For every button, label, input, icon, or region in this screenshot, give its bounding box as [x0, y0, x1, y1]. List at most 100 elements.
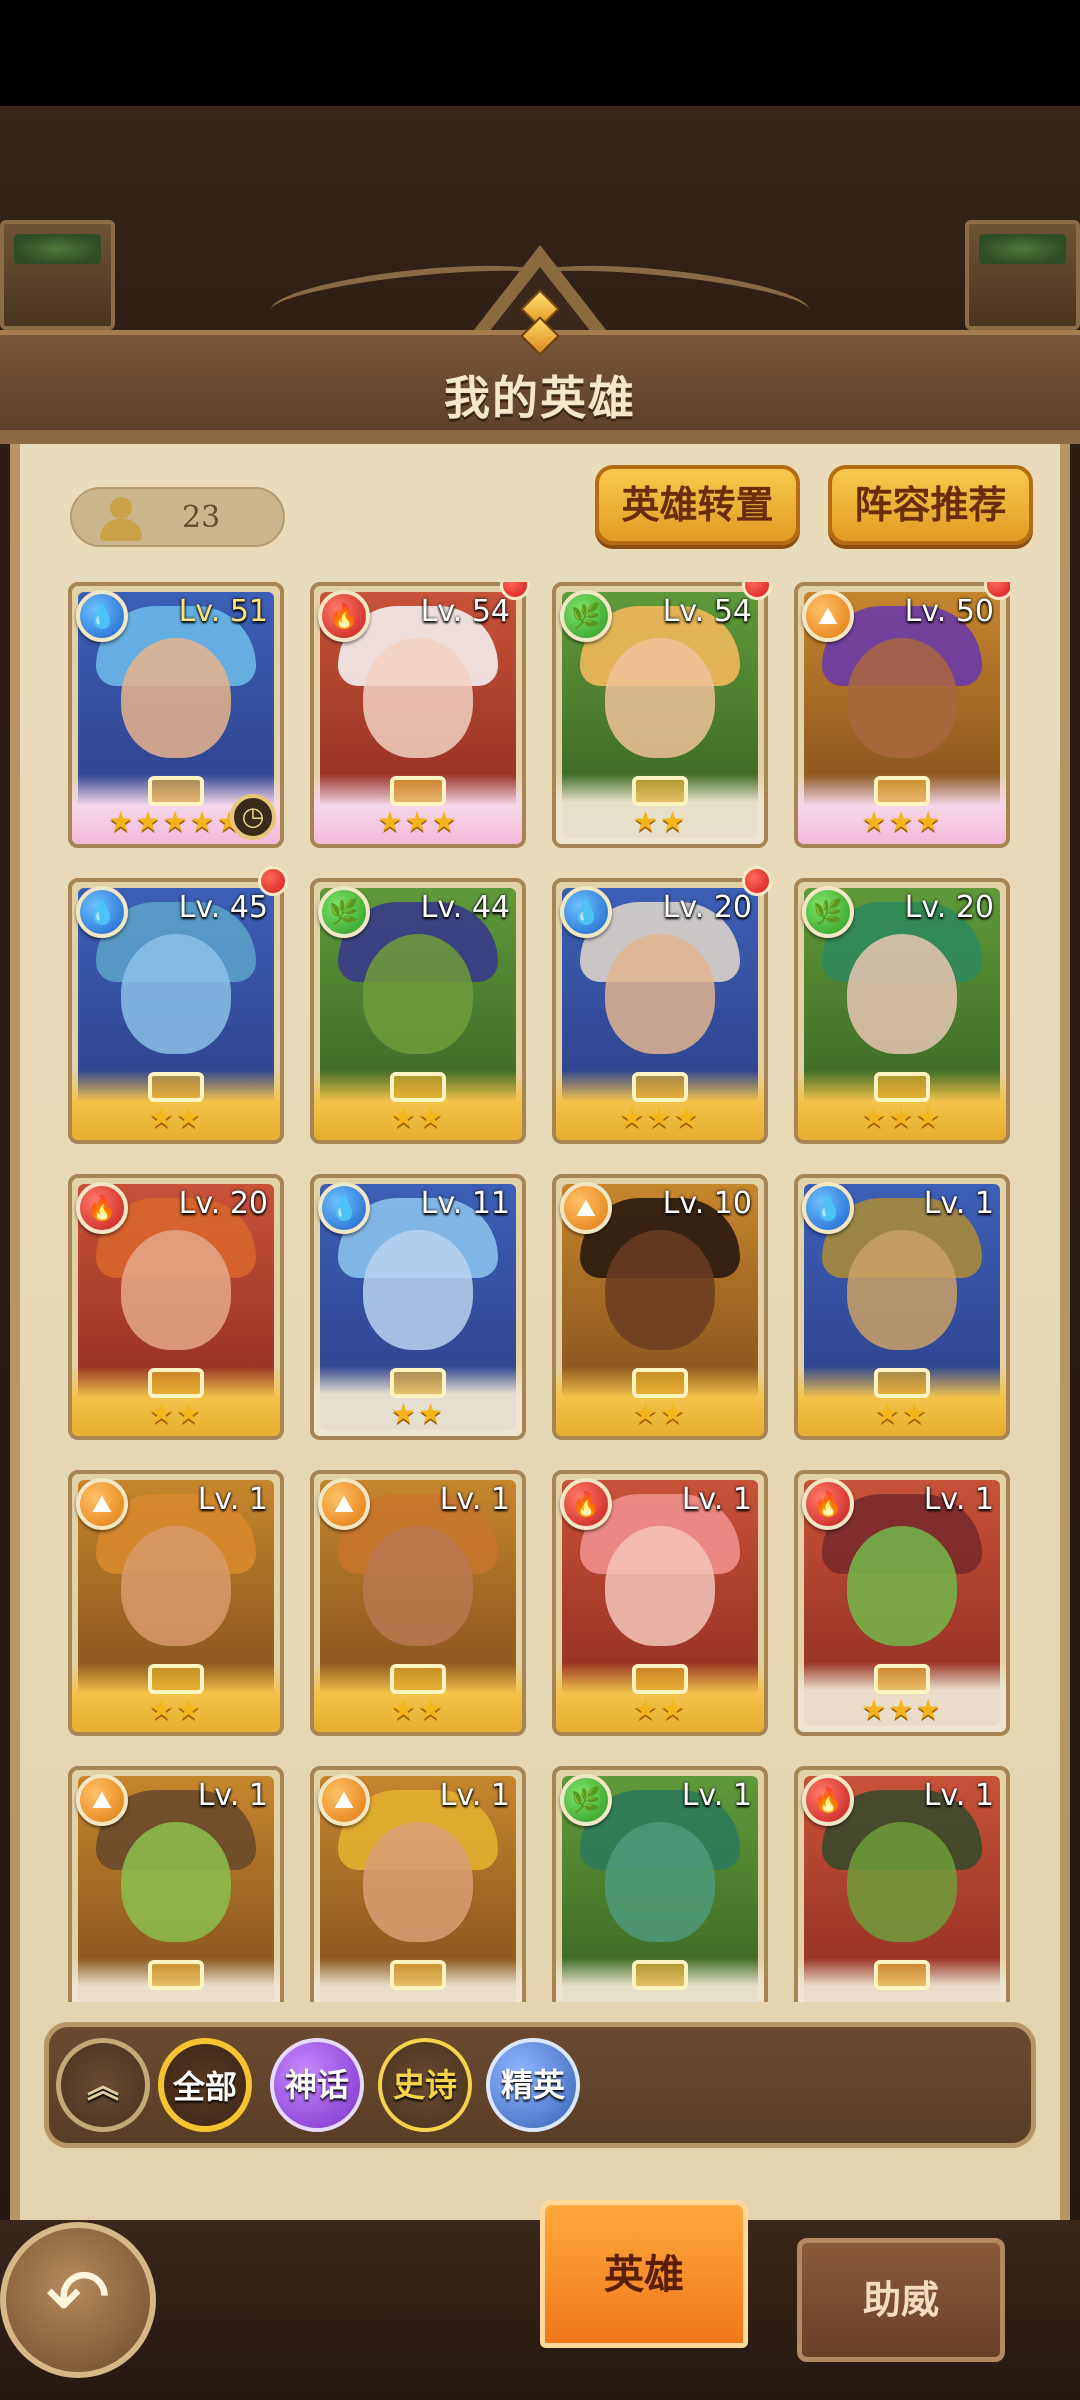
hero-card[interactable]: ★★ Lv. 20 🔥	[68, 1174, 284, 1440]
hero-face	[363, 1526, 473, 1646]
hero-face	[121, 1230, 231, 1350]
hero-level: Lv. 20	[178, 1186, 268, 1221]
hero-card[interactable]: ★★★ Lv. 20 🌿	[794, 878, 1010, 1144]
hero-level: Lv. 10	[662, 1186, 752, 1221]
hero-card[interactable]: ★★ Lv. 1 ⛰	[68, 1470, 284, 1736]
earth-element-icon: ⛰	[318, 1478, 370, 1530]
filter-elite-button[interactable]: 精英	[486, 2038, 580, 2132]
hero-face	[121, 1822, 231, 1942]
hero-face	[605, 1822, 715, 1942]
hero-face	[363, 934, 473, 1054]
hero-stars: ★★★	[619, 1101, 701, 1134]
earth-element-icon: ⛰	[318, 1774, 370, 1826]
hero-count: 23	[70, 487, 285, 547]
rank-emblem-icon	[632, 776, 688, 806]
hero-card[interactable]: ★★ Lv. 11 💧	[310, 1174, 526, 1440]
hero-face	[847, 1822, 957, 1942]
hero-card[interactable]: ★★ Lv. 1 💧	[794, 1174, 1010, 1440]
hero-stars: ★★★	[861, 1101, 943, 1134]
hero-face	[363, 1230, 473, 1350]
hero-face	[605, 934, 715, 1054]
nature-element-icon: 🌿	[318, 886, 370, 938]
hero-card[interactable]: Lv. 1 🔥	[794, 1766, 1010, 2002]
hero-level: Lv. 54	[662, 594, 752, 629]
filter-all-button[interactable]: 全部	[158, 2038, 252, 2132]
tab-assist[interactable]: 助威	[797, 2238, 1005, 2362]
hero-face	[121, 638, 231, 758]
lineup-recommend-button[interactable]: 阵容推荐	[828, 465, 1033, 545]
hero-face	[847, 638, 957, 758]
hero-stars: ★★	[632, 805, 688, 838]
hero-stars: ★★★	[377, 805, 459, 838]
hero-card[interactable]: ★★ Lv. 1 🔥	[552, 1470, 768, 1736]
filter-myth-button[interactable]: 神话	[270, 2038, 364, 2132]
hero-card[interactable]: ★★ Lv. 1 ⛰	[310, 1470, 526, 1736]
rank-emblem-icon	[874, 776, 930, 806]
person-icon	[100, 497, 142, 541]
rank-emblem-icon	[632, 1960, 688, 1990]
hero-card[interactable]: ★★★★★ Lv. 51 💧 ◷	[68, 582, 284, 848]
rank-emblem-icon	[874, 1664, 930, 1694]
hero-face	[121, 1526, 231, 1646]
rank-emblem-icon	[390, 1072, 446, 1102]
back-arrow-icon[interactable]: ↶	[0, 2222, 156, 2378]
hero-stars: ★★	[148, 1397, 204, 1430]
fire-element-icon: 🔥	[76, 1182, 128, 1234]
hero-card[interactable]: Lv. 1 ⛰	[68, 1766, 284, 2002]
hero-card[interactable]: ★★★ Lv. 1 🔥	[794, 1470, 1010, 1736]
hero-level: Lv. 45	[178, 890, 268, 925]
rank-emblem-icon	[148, 1368, 204, 1398]
hero-card[interactable]: ★★★ Lv. 20 💧	[552, 878, 768, 1144]
rank-emblem-icon	[632, 1072, 688, 1102]
hero-stars: ★★	[148, 1693, 204, 1726]
rank-emblem-icon	[148, 1072, 204, 1102]
hero-level: Lv. 20	[904, 890, 994, 925]
hero-level: Lv. 20	[662, 890, 752, 925]
hero-card[interactable]: Lv. 1 ⛰	[310, 1766, 526, 2002]
hero-level: Lv. 54	[420, 594, 510, 629]
hero-face	[121, 934, 231, 1054]
hero-grid: ★★★★★ Lv. 51 💧 ◷ ★★★ Lv. 54 🔥 ★★ Lv. 54 🌿 ★★★ Lv. 5…	[68, 582, 1010, 2002]
nature-element-icon: 🌿	[560, 1774, 612, 1826]
hero-face	[363, 1822, 473, 1942]
tab-hero[interactable]: 英雄	[540, 2200, 748, 2348]
water-element-icon: 💧	[560, 886, 612, 938]
hero-card[interactable]: ★★ Lv. 45 💧	[68, 878, 284, 1144]
fire-element-icon: 🔥	[560, 1478, 612, 1530]
rank-emblem-icon	[632, 1664, 688, 1694]
hero-stars: ★★	[148, 1101, 204, 1134]
rank-emblem-icon	[148, 1664, 204, 1694]
earth-element-icon: ⛰	[76, 1774, 128, 1826]
hero-level: Lv. 1	[681, 1482, 752, 1517]
hero-stars: ★★★	[861, 805, 943, 838]
rank-emblem-icon	[390, 1664, 446, 1694]
hero-stars: ★★	[632, 1693, 688, 1726]
earth-element-icon: ⛰	[76, 1478, 128, 1530]
hero-face	[605, 1230, 715, 1350]
hero-card[interactable]: ★★★ Lv. 54 🔥	[310, 582, 526, 848]
hero-transfer-button[interactable]: 英雄转置	[595, 465, 800, 545]
hero-stars: ★★	[390, 1101, 446, 1134]
water-element-icon: 💧	[802, 1182, 854, 1234]
hero-face	[847, 934, 957, 1054]
hero-level: Lv. 1	[197, 1482, 268, 1517]
collapse-chevron-icon[interactable]: ︽	[56, 2038, 150, 2132]
rank-emblem-icon	[874, 1072, 930, 1102]
filter-epic-button[interactable]: 史诗	[378, 2038, 472, 2132]
rank-emblem-icon	[148, 1960, 204, 1990]
fire-element-icon: 🔥	[802, 1478, 854, 1530]
rank-emblem-icon	[390, 1960, 446, 1990]
rank-emblem-icon	[874, 1960, 930, 1990]
hero-card[interactable]: ★★ Lv. 10 ⛰	[552, 1174, 768, 1440]
hero-card[interactable]: ★★★ Lv. 50 ⛰	[794, 582, 1010, 848]
hero-level: Lv. 11	[420, 1186, 510, 1221]
hero-card[interactable]: ★★ Lv. 44 🌿	[310, 878, 526, 1144]
hero-card[interactable]: ★★ Lv. 54 🌿	[552, 582, 768, 848]
earth-element-icon: ⛰	[802, 590, 854, 642]
earth-element-icon: ⛰	[560, 1182, 612, 1234]
hero-face	[605, 1526, 715, 1646]
clock-icon: ◷	[230, 794, 276, 840]
rank-emblem-icon	[148, 776, 204, 806]
notification-dot-icon	[742, 866, 772, 896]
hero-card[interactable]: Lv. 1 🌿	[552, 1766, 768, 2002]
